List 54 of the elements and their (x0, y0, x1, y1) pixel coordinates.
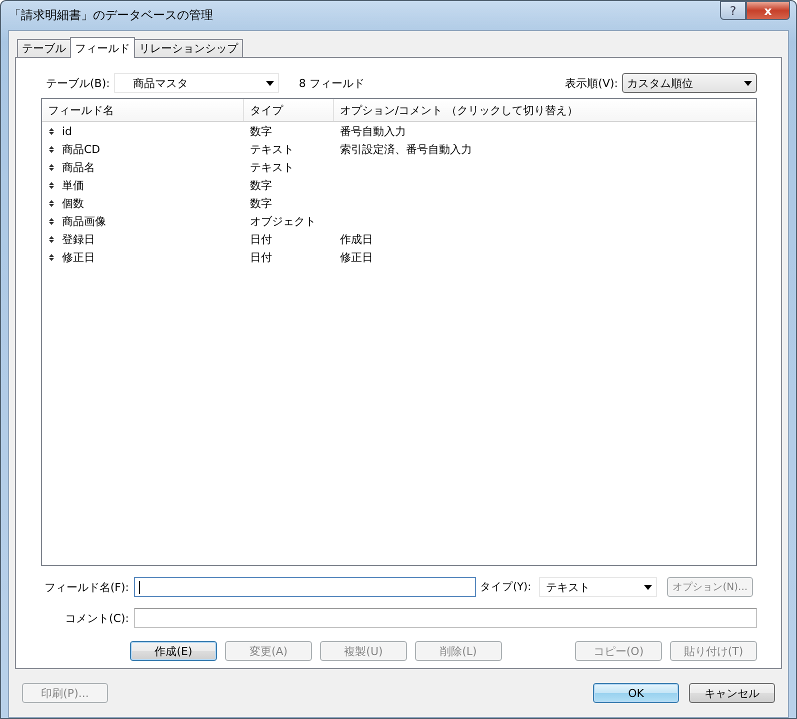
table-label: テーブル(B): (46, 76, 110, 90)
caret-icon (644, 584, 652, 590)
sort-handle-icon[interactable] (49, 218, 54, 224)
field-name-cell: 単価 (62, 178, 84, 192)
field-name-cell: 登録日 (62, 232, 95, 246)
field-options-cell: 番号自動入力 (340, 124, 406, 138)
field-name-cell: 個数 (62, 196, 84, 210)
comment-label: コメント(C): (64, 610, 129, 626)
tab[interactable]: テーブル (17, 39, 71, 57)
field-options-cell: 索引設定済、番号自動入力 (340, 142, 472, 156)
help-button[interactable]: ? (720, 1, 746, 20)
field-type-cell: 日付 (250, 250, 272, 264)
window-title: 「請求明細書」のデータベースの管理 (9, 7, 213, 24)
tab[interactable]: フィールド (70, 37, 135, 58)
sort-label: 表示順(V): (565, 76, 618, 90)
field-name-cell: id (62, 124, 72, 138)
table-dropdown[interactable]: 商品マスタ (114, 73, 279, 93)
caret-icon (744, 80, 752, 86)
sort-handle-icon[interactable] (49, 254, 54, 260)
field-type-cell: 日付 (250, 232, 272, 246)
sort-handle-icon[interactable] (49, 164, 54, 170)
field-type-cell: 数字 (250, 196, 272, 210)
type-dropdown[interactable]: テキスト (539, 577, 658, 597)
sort-handle-icon[interactable] (49, 200, 54, 206)
sort-handle-icon[interactable] (49, 236, 54, 242)
field-name-cell: 修正日 (62, 250, 95, 264)
column-header[interactable]: タイプ (244, 99, 334, 121)
dialog-button[interactable]: キャンセル (689, 683, 775, 703)
field-type-cell: テキスト (250, 142, 294, 156)
tab[interactable]: リレーションシップ (134, 39, 243, 57)
sort-handle-icon[interactable] (49, 182, 54, 188)
sort-handle-icon[interactable] (49, 146, 54, 152)
field-type-cell: 数字 (250, 178, 272, 192)
field-name-input[interactable] (134, 577, 476, 597)
field-type-cell: オブジェクト (250, 214, 316, 228)
comment-input[interactable] (134, 608, 757, 628)
close-button[interactable]: x (746, 1, 790, 20)
field-type-cell: テキスト (250, 160, 294, 174)
type-label: タイプ(Y): (480, 580, 532, 594)
field-name-cell: 商品名 (62, 160, 95, 174)
field-name-label: フィールド名(F): (43, 580, 129, 594)
field-type-cell: 数字 (250, 124, 272, 138)
field-options-cell: 作成日 (340, 232, 373, 246)
column-header[interactable]: オプション/コメント （クリックして切り替え） (334, 99, 756, 121)
field-name-cell: 商品画像 (62, 214, 106, 228)
sort-handle-icon[interactable] (49, 128, 54, 134)
field-count: 8 フィールド (298, 76, 364, 90)
column-header[interactable]: フィールド名 (42, 99, 244, 121)
action-button[interactable]: 作成(E) (130, 641, 217, 661)
field-options-cell: 修正日 (340, 250, 373, 264)
sort-dropdown[interactable]: カスタム順位 (622, 73, 757, 93)
dialog-button[interactable]: OK (593, 683, 679, 703)
caret-icon (266, 80, 274, 86)
field-name-cell: 商品CD (62, 142, 100, 156)
